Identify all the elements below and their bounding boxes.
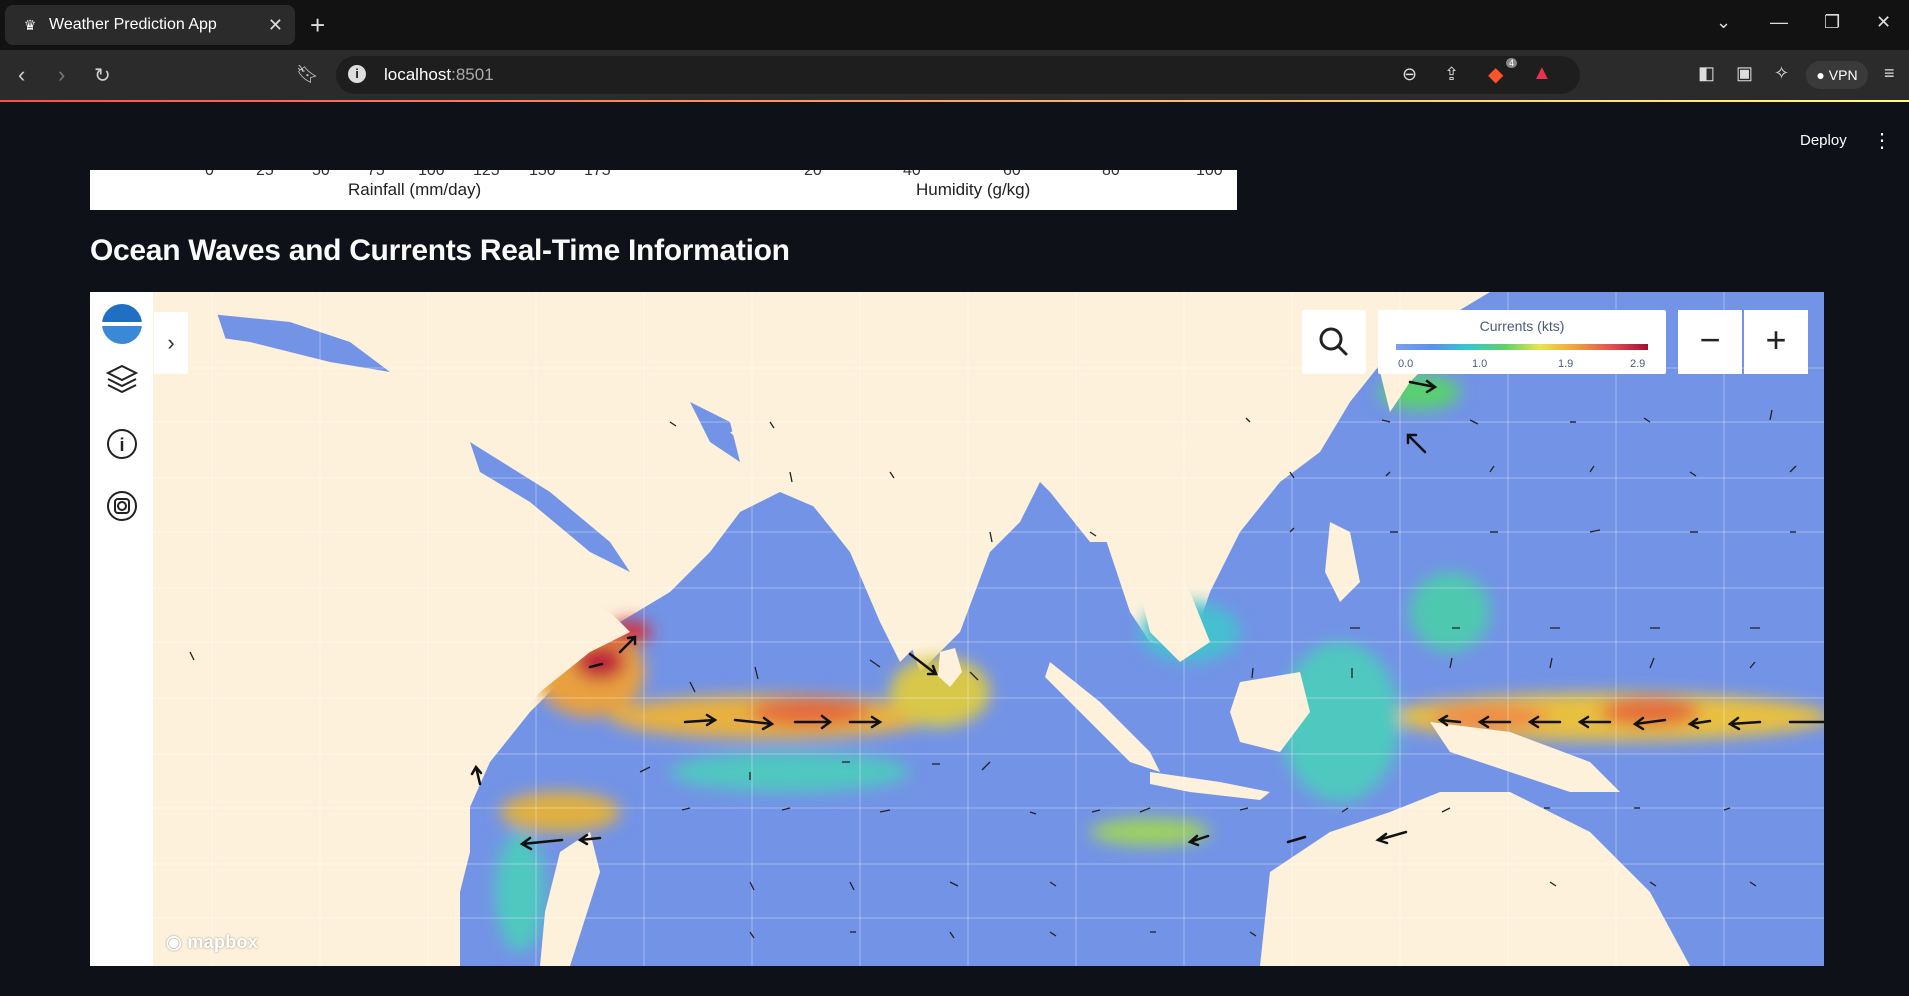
brave-shields-icon[interactable]: ◆ — [1488, 62, 1503, 87]
brave-rewards-icon[interactable]: ▲ — [1532, 62, 1552, 85]
tab-title: Weather Prediction App — [49, 16, 217, 33]
tick-label: 20 — [804, 170, 822, 179]
tab-search-chevron-icon[interactable]: ⌄ — [1716, 12, 1731, 33]
leo-ai-icon[interactable]: ✧ — [1774, 63, 1789, 84]
noaa-logo-icon[interactable] — [102, 304, 142, 344]
tick-label: 100 — [418, 170, 445, 179]
section-title: Ocean Waves and Currents Real-Time Infor… — [90, 234, 790, 267]
tick-label: 60 — [1003, 170, 1021, 179]
back-icon[interactable]: ‹ — [18, 62, 25, 88]
tick-label: 75 — [367, 170, 385, 179]
tick-label: 150 — [529, 170, 556, 179]
legend-value: 2.9 — [1630, 358, 1646, 370]
tick-label: 175 — [584, 170, 611, 179]
legend-value: 1.9 — [1558, 358, 1574, 370]
new-tab-button[interactable]: + — [310, 10, 325, 41]
ocean-currents-map[interactable]: i › Currents (kts) 0.0 1.0 1.9 2.9 − + ◉… — [90, 292, 1824, 966]
main-menu-icon[interactable]: ⋮ — [1872, 128, 1892, 153]
tick-label: 50 — [312, 170, 330, 179]
map-sidebar: i — [90, 292, 153, 966]
lifebuoy-icon[interactable] — [104, 488, 140, 524]
sidebar-toggle-icon[interactable]: ◧ — [1698, 63, 1715, 84]
legend-title: Currents (kts) — [1479, 318, 1565, 334]
deploy-button[interactable]: Deploy — [1800, 132, 1847, 149]
share-icon[interactable]: ⇪ — [1444, 64, 1459, 85]
tick-label: 0 — [205, 170, 214, 179]
browser-menu-icon[interactable]: ≡ — [1884, 63, 1895, 84]
tick-label: 25 — [256, 170, 274, 179]
vpn-button[interactable]: ● VPN — [1806, 61, 1868, 89]
streamlit-crown-icon: ♛ — [23, 16, 37, 33]
mapbox-logo-icon: ◉ — [166, 932, 183, 952]
minimize-icon[interactable]: — — [1770, 12, 1788, 33]
reload-icon[interactable]: ↻ — [94, 63, 111, 88]
wallet-icon[interactable]: ▣ — [1736, 63, 1753, 84]
address-bar[interactable]: i localhost:8501 ⊖ ⇪ ◆ 4 ▲ — [336, 56, 1580, 94]
search-icon — [1319, 327, 1348, 356]
browser-toolbar: ‹ › ↻ 🔖︎ i localhost:8501 ⊖ ⇪ ◆ 4 ▲ ◧ ▣ … — [0, 50, 1909, 100]
currents-legend: Currents (kts) 0.0 1.0 1.9 2.9 — [1378, 310, 1666, 374]
mapbox-attribution[interactable]: ◉ mapbox — [166, 932, 258, 953]
x-axis-label-rainfall: Rainfall (mm/day) — [348, 180, 482, 199]
info-icon[interactable]: i — [104, 426, 140, 462]
currents-map-canvas[interactable] — [90, 292, 1824, 966]
layers-icon[interactable] — [104, 362, 140, 398]
tick-label: 40 — [903, 170, 921, 179]
legend-color-bar — [1396, 344, 1648, 350]
zoom-icon[interactable]: ⊖ — [1402, 64, 1417, 85]
legend-value: 1.0 — [1472, 358, 1488, 370]
zoom-in-button[interactable]: + — [1744, 310, 1808, 374]
streamlit-top-decoration — [0, 100, 1909, 102]
plot-image-bottom: 0 25 50 75 100 125 150 175 Rainfall (mm/… — [90, 170, 1237, 210]
forward-icon[interactable]: › — [58, 62, 65, 88]
site-info-icon[interactable]: i — [348, 65, 366, 83]
url-text[interactable]: localhost:8501 — [384, 65, 494, 85]
tick-label: 80 — [1102, 170, 1120, 179]
browser-tab-bar: ♛ Weather Prediction App ✕ + ⌄ — ❐ ✕ — [0, 0, 1909, 50]
close-tab-icon[interactable]: ✕ — [268, 15, 283, 36]
map-search-button[interactable] — [1302, 310, 1366, 374]
zoom-out-button[interactable]: − — [1678, 310, 1742, 374]
svg-text:i: i — [119, 435, 124, 455]
x-axis-label-humidity: Humidity (g/kg) — [916, 180, 1031, 199]
shields-badge: 4 — [1506, 58, 1518, 68]
bookmark-icon[interactable]: 🔖︎ — [296, 64, 319, 85]
legend-value: 0.0 — [1398, 358, 1414, 370]
tick-label: 125 — [473, 170, 500, 179]
close-window-icon[interactable]: ✕ — [1876, 12, 1891, 33]
expand-panel-button[interactable]: › — [154, 312, 188, 374]
browser-tab[interactable]: ♛ Weather Prediction App ✕ — [5, 5, 295, 45]
restore-icon[interactable]: ❐ — [1824, 12, 1840, 33]
tick-label: 100 — [1196, 170, 1223, 179]
